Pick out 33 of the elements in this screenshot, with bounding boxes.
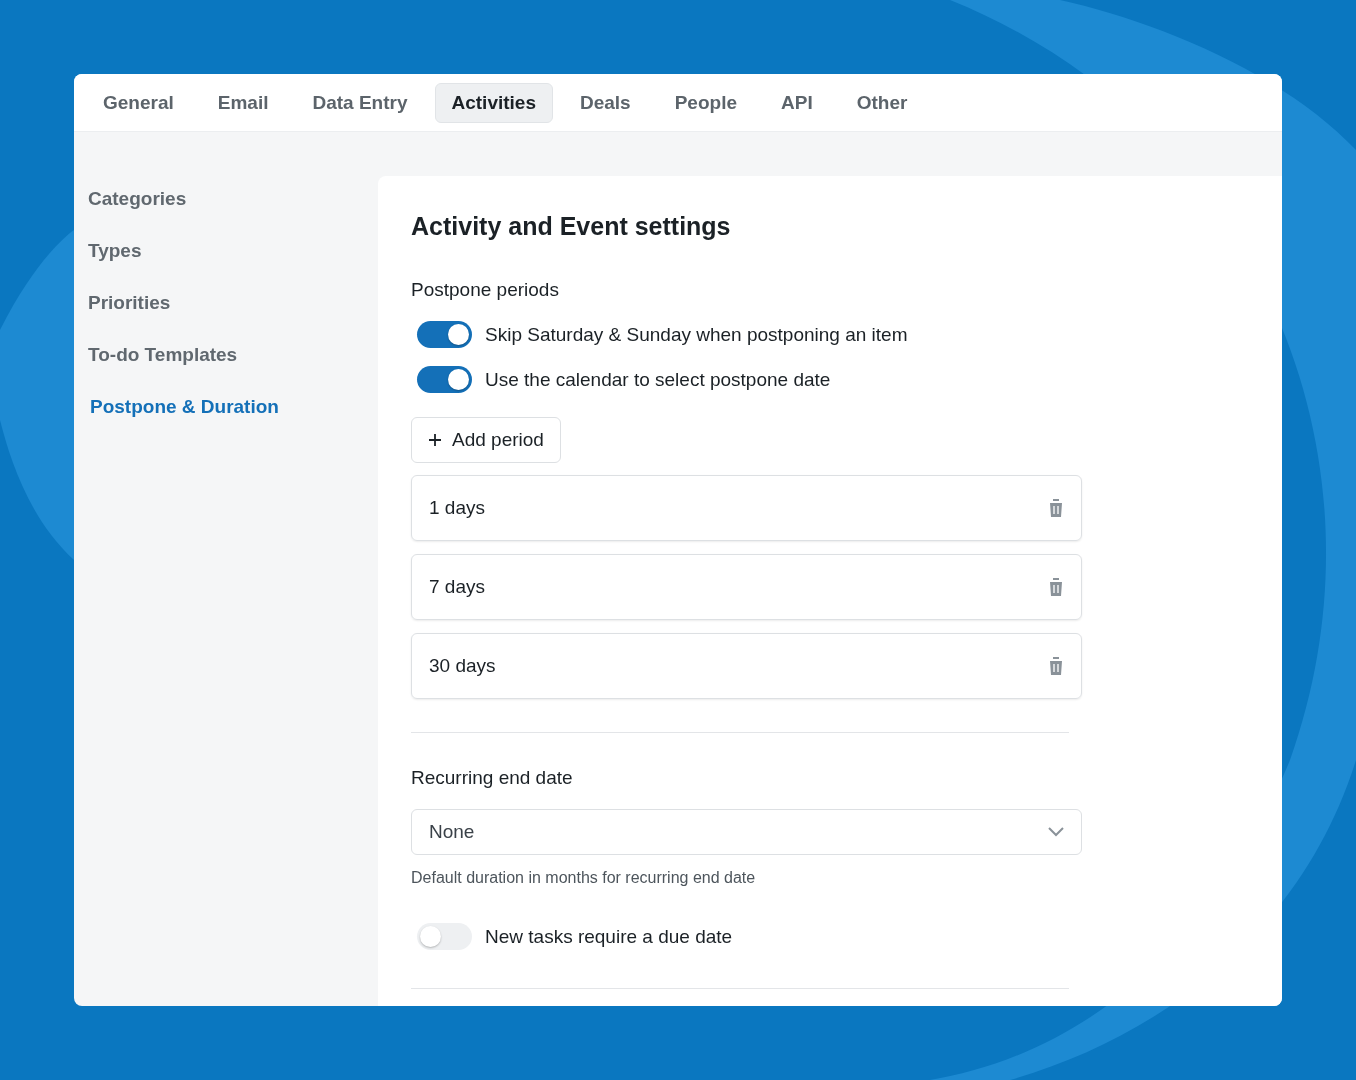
page-title: Activity and Event settings	[411, 212, 732, 241]
trash-icon[interactable]	[1047, 498, 1065, 518]
tab[interactable]: Deals	[563, 82, 648, 123]
sidebar-item[interactable]: Types	[74, 240, 378, 262]
toggle-label: Use the calendar to select postpone date	[485, 368, 831, 391]
recurring-end-select[interactable]: None	[411, 809, 1082, 855]
tab[interactable]: People	[657, 82, 754, 123]
chevron-down-icon	[1048, 827, 1064, 837]
period-label: 30 days	[429, 655, 496, 677]
period-label: 1 days	[429, 497, 485, 519]
tab[interactable]: Data Entry	[295, 82, 425, 123]
trash-icon[interactable]	[1047, 577, 1065, 597]
toggle-switch[interactable]	[417, 321, 472, 348]
toggle-label: New tasks require a due date	[485, 925, 733, 948]
toggle-switch[interactable]	[417, 923, 472, 950]
trash-icon[interactable]	[1047, 656, 1065, 676]
tab[interactable]: General	[86, 82, 191, 123]
toggle-switch[interactable]	[417, 366, 472, 393]
tab[interactable]: API	[764, 82, 830, 123]
section-heading: Recurring end date	[411, 767, 574, 789]
sidebar-item[interactable]: Priorities	[74, 292, 378, 314]
add-period-button[interactable]: Add period	[411, 417, 561, 463]
section-heading: Postpone periods	[411, 279, 560, 301]
tab[interactable]: Other	[839, 82, 925, 123]
tab[interactable]: Email	[200, 82, 286, 123]
tab[interactable]: Activities	[434, 82, 553, 123]
help-text: Default duration in months for recurring end date	[411, 869, 757, 887]
plus-icon	[428, 433, 442, 447]
sidebar-item[interactable]: To-do Templates	[74, 344, 378, 366]
sidebar-item[interactable]: Categories	[74, 188, 378, 210]
sidebar-item[interactable]: Postpone & Duration	[74, 396, 378, 418]
toggle-label: Skip Saturday & Sunday when postponing an item	[485, 323, 908, 346]
period-label: 7 days	[429, 576, 485, 598]
